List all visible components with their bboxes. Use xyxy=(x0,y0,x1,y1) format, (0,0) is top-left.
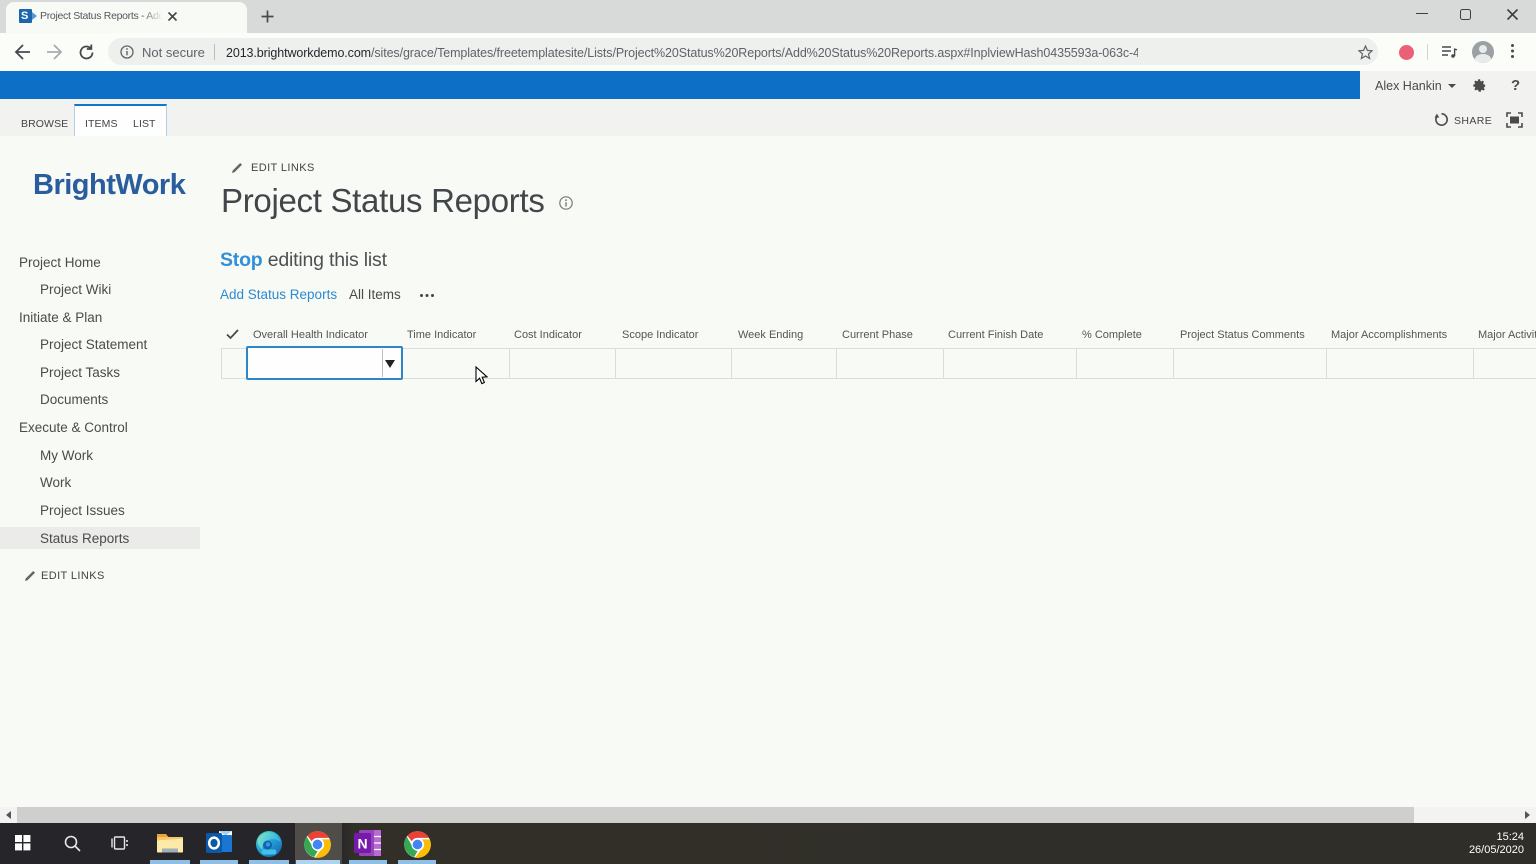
svg-text:N: N xyxy=(357,836,367,852)
